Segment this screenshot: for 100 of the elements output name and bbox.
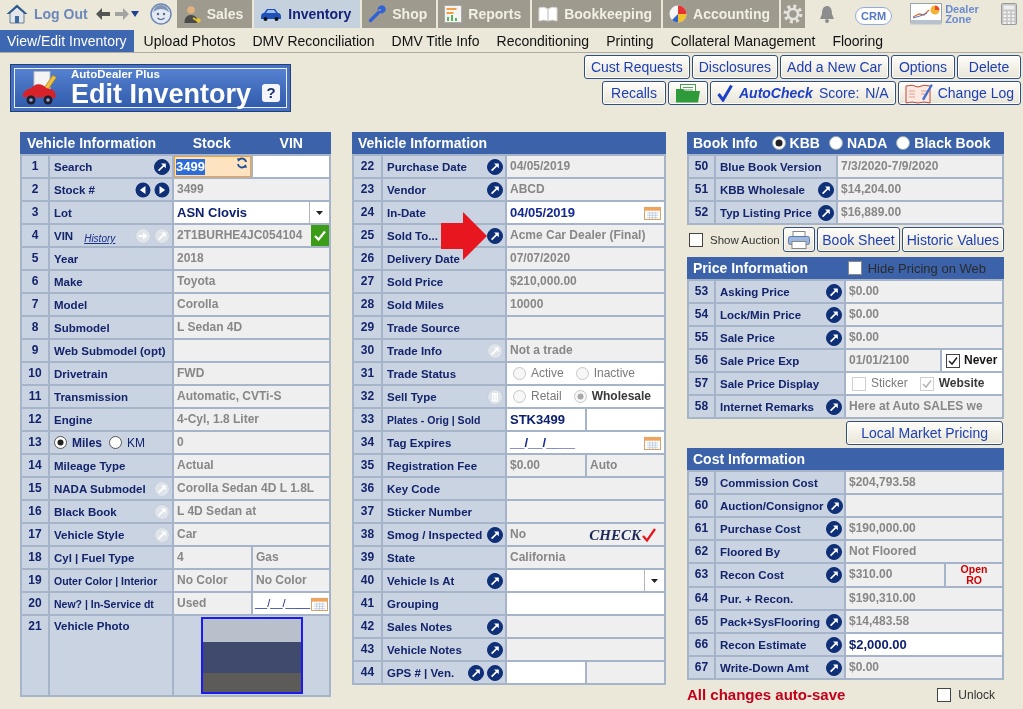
row-number: 31 xyxy=(354,363,381,384)
radio-button[interactable] xyxy=(896,136,911,150)
row-number: 51 xyxy=(689,179,714,200)
checkbox-label: Show Auction xyxy=(710,233,780,246)
row-number: 64 xyxy=(689,588,714,609)
local-market-pricing-button[interactable]: Local Market Pricing xyxy=(846,421,1003,445)
readonly-field: 04/05/2019 xyxy=(507,156,664,177)
sub-nav-item[interactable]: View/Edit Inventory xyxy=(0,30,134,52)
action-button[interactable]: Delete xyxy=(957,55,1021,79)
tool-button[interactable]: Historic Values xyxy=(901,227,1004,252)
row-number: 10 xyxy=(22,363,48,384)
field-value: 2T1BURHE4JC054104 xyxy=(177,227,303,244)
row-number: 16 xyxy=(22,501,48,522)
user-icon[interactable] xyxy=(149,3,172,25)
crm-button[interactable]: CRM xyxy=(855,7,893,25)
checkbox[interactable] xyxy=(847,261,862,275)
row-number: 44 xyxy=(354,662,381,683)
readonly-field: 4 xyxy=(174,547,251,568)
radio-button[interactable] xyxy=(828,136,843,150)
input-field[interactable] xyxy=(507,662,585,683)
sub-nav-item[interactable]: DMV Reconciliation xyxy=(245,30,382,52)
sub-nav-item[interactable]: DMV Title Info xyxy=(384,30,487,52)
radio-button[interactable] xyxy=(109,436,122,449)
caret-icon[interactable] xyxy=(130,11,139,17)
row-number: 41 xyxy=(354,593,381,614)
input-field[interactable] xyxy=(587,409,664,430)
row-number: 20 xyxy=(22,593,48,614)
checkbox[interactable] xyxy=(937,687,952,702)
table-title: Cost Information xyxy=(693,451,805,467)
radio-label: KM xyxy=(127,435,145,450)
action-button[interactable]: Add a New Car xyxy=(780,55,889,79)
report-icon xyxy=(444,5,463,23)
input-field[interactable]: STK3499 xyxy=(507,409,585,430)
checkbox[interactable] xyxy=(946,353,960,368)
tool-button[interactable]: Book Sheet xyxy=(817,227,900,252)
chart-icon[interactable] xyxy=(910,3,943,25)
field-label: Submodel xyxy=(54,321,110,334)
row-number: 62 xyxy=(689,541,714,562)
readonly-field: L 4D Sedan at xyxy=(174,501,329,522)
refresh-icon[interactable] xyxy=(236,157,248,169)
field-label: Transmission xyxy=(54,390,129,403)
readonly-field: $210,000.00 xyxy=(507,271,664,292)
action-button[interactable]: Cust Requests xyxy=(583,55,690,79)
action-button[interactable]: Recalls xyxy=(602,81,666,105)
logo-text: CHECK xyxy=(589,525,641,544)
change-log-button[interactable]: Change Log xyxy=(897,81,1021,105)
checkbox[interactable] xyxy=(689,232,703,247)
input-field[interactable] xyxy=(507,593,664,614)
sub-nav-item[interactable]: Upload Photos xyxy=(136,30,243,52)
previous-icon[interactable] xyxy=(135,181,151,198)
action-button[interactable]: Disclosures xyxy=(691,55,779,79)
field-label: Sale Price Display xyxy=(720,377,820,390)
field-label: Smog / Inspected xyxy=(387,528,483,541)
field-label: Write-Down Amt xyxy=(720,661,809,674)
sub-nav-item[interactable]: Flooring xyxy=(825,30,890,52)
calculator-icon[interactable] xyxy=(1001,3,1018,25)
readonly-field: Here at Auto SALES we xyxy=(846,396,1002,417)
bell-icon[interactable] xyxy=(819,5,836,23)
row-number: 52 xyxy=(689,202,714,223)
radio-button[interactable] xyxy=(771,136,786,150)
field-label: Auction/Consignor xyxy=(720,499,824,512)
radio-button[interactable] xyxy=(54,436,67,449)
home-icon[interactable] xyxy=(6,4,28,24)
dropdown[interactable]: ASN Clovis xyxy=(174,202,329,223)
field-label: GPS # | Ven. xyxy=(387,666,455,679)
next-icon[interactable] xyxy=(154,181,170,198)
open-ro-link[interactable]: Open RO xyxy=(958,564,990,586)
date-field[interactable]: __/__/____ xyxy=(507,432,664,453)
readonly-field: Automatic, CVTi-S xyxy=(174,386,329,407)
row-number: 29 xyxy=(354,317,381,338)
history-link[interactable]: History xyxy=(84,233,116,244)
date-field[interactable]: __/__/____ xyxy=(253,593,329,614)
field-label: Black Book xyxy=(54,505,117,518)
field-label: New? | In-Service dt xyxy=(54,597,154,610)
checkbox-label: Never xyxy=(964,352,998,369)
row-number: 59 xyxy=(689,472,714,493)
date-field[interactable]: 04/05/2019 xyxy=(507,202,664,223)
field-label: Plates - Orig | Sold xyxy=(387,413,481,426)
input-field[interactable]: $2,000.00 xyxy=(846,634,1002,655)
field-label: Asking Price xyxy=(720,285,790,298)
field-label: Vehicle Notes xyxy=(387,643,462,656)
photo-placeholder[interactable] xyxy=(200,617,303,694)
back-icon[interactable] xyxy=(95,8,110,20)
readonly-field: 4-Cyl, 1.8 Liter xyxy=(174,409,329,430)
help-button[interactable]: ? xyxy=(262,84,281,102)
sub-nav-item[interactable]: Printing xyxy=(599,30,661,52)
sub-nav-item[interactable]: Collateral Management xyxy=(663,30,823,52)
sub-nav-item[interactable]: Reconditioning xyxy=(489,30,597,52)
folder-button[interactable] xyxy=(668,81,708,105)
search-field[interactable]: 3499 xyxy=(174,156,251,177)
checkmark-icon xyxy=(642,527,656,542)
nav-tab[interactable]: Inventory xyxy=(254,0,361,28)
row-number: 13 xyxy=(22,432,48,453)
print-button[interactable] xyxy=(783,227,816,252)
radio-label: Miles xyxy=(72,435,102,450)
input-field[interactable] xyxy=(253,156,329,177)
radio-label: Black Book xyxy=(914,135,991,151)
autocheck-button[interactable]: AutoCheck Score: N/A xyxy=(710,81,896,105)
action-button[interactable]: Options xyxy=(891,55,955,79)
row-number: 27 xyxy=(354,271,381,292)
